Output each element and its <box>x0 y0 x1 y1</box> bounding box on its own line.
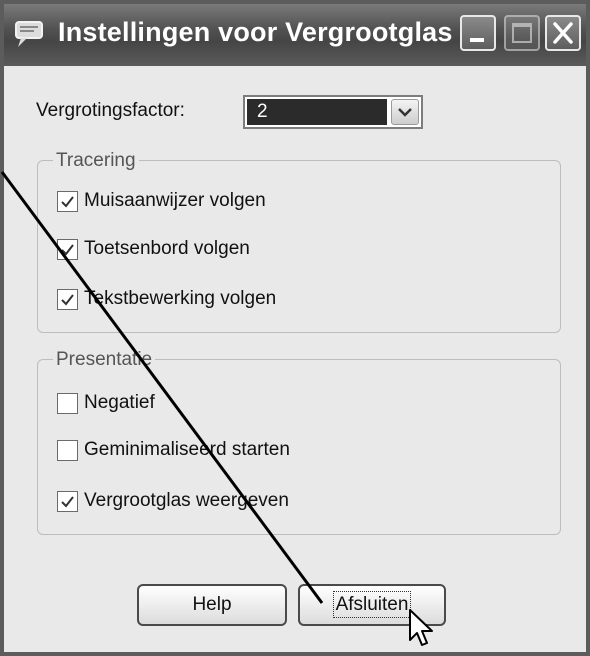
show-magnifier-checkbox[interactable] <box>57 491 78 512</box>
help-button[interactable]: Help <box>137 584 287 626</box>
magnification-value: 2 <box>247 99 387 125</box>
follow-mouse-checkbox[interactable] <box>57 191 78 212</box>
follow-keyboard-checkbox[interactable] <box>57 239 78 260</box>
help-button-label: Help <box>192 594 232 615</box>
checkmark-icon <box>61 244 74 256</box>
close-window-button[interactable] <box>545 15 581 51</box>
follow-text-editing-label: Tekstbewerking volgen <box>84 288 277 309</box>
follow-mouse-label: Muisaanwijzer volgen <box>84 190 266 211</box>
minimize-icon <box>470 38 484 42</box>
tracking-legend: Tracering <box>53 150 139 172</box>
magnification-select[interactable]: 2 <box>243 95 423 129</box>
start-minimized-checkbox[interactable] <box>57 440 78 461</box>
presentation-legend: Presentatie <box>53 349 156 371</box>
chevron-down-icon <box>398 108 412 117</box>
maximize-icon <box>512 23 532 43</box>
magnifier-settings-dialog: Instellingen voor Vergrootglas Vergrotin… <box>0 0 590 656</box>
invert-colors-label: Negatief <box>84 392 155 413</box>
follow-keyboard-label: Toetsenbord volgen <box>84 238 250 259</box>
magnifier-app-icon <box>12 18 48 50</box>
minimize-button[interactable] <box>460 15 496 51</box>
magnification-label: Vergrotingsfactor: <box>36 100 185 121</box>
checkmark-icon <box>61 196 74 208</box>
start-minimized-label: Geminimaliseerd starten <box>84 439 290 460</box>
checkmark-icon <box>61 294 74 306</box>
maximize-button[interactable] <box>504 15 540 51</box>
follow-text-editing-checkbox[interactable] <box>57 289 78 310</box>
close-dialog-button[interactable]: Afsluiten <box>298 584 446 626</box>
title-bar[interactable]: Instellingen voor Vergrootglas <box>4 4 586 66</box>
close-icon <box>553 22 573 44</box>
window-title: Instellingen voor Vergrootglas <box>58 17 453 47</box>
invert-colors-checkbox[interactable] <box>57 393 78 414</box>
show-magnifier-label: Vergrootglas weergeven <box>84 490 289 511</box>
checkmark-icon <box>61 496 74 508</box>
dropdown-button[interactable] <box>391 99 419 125</box>
close-dialog-button-label: Afsluiten <box>332 591 412 618</box>
